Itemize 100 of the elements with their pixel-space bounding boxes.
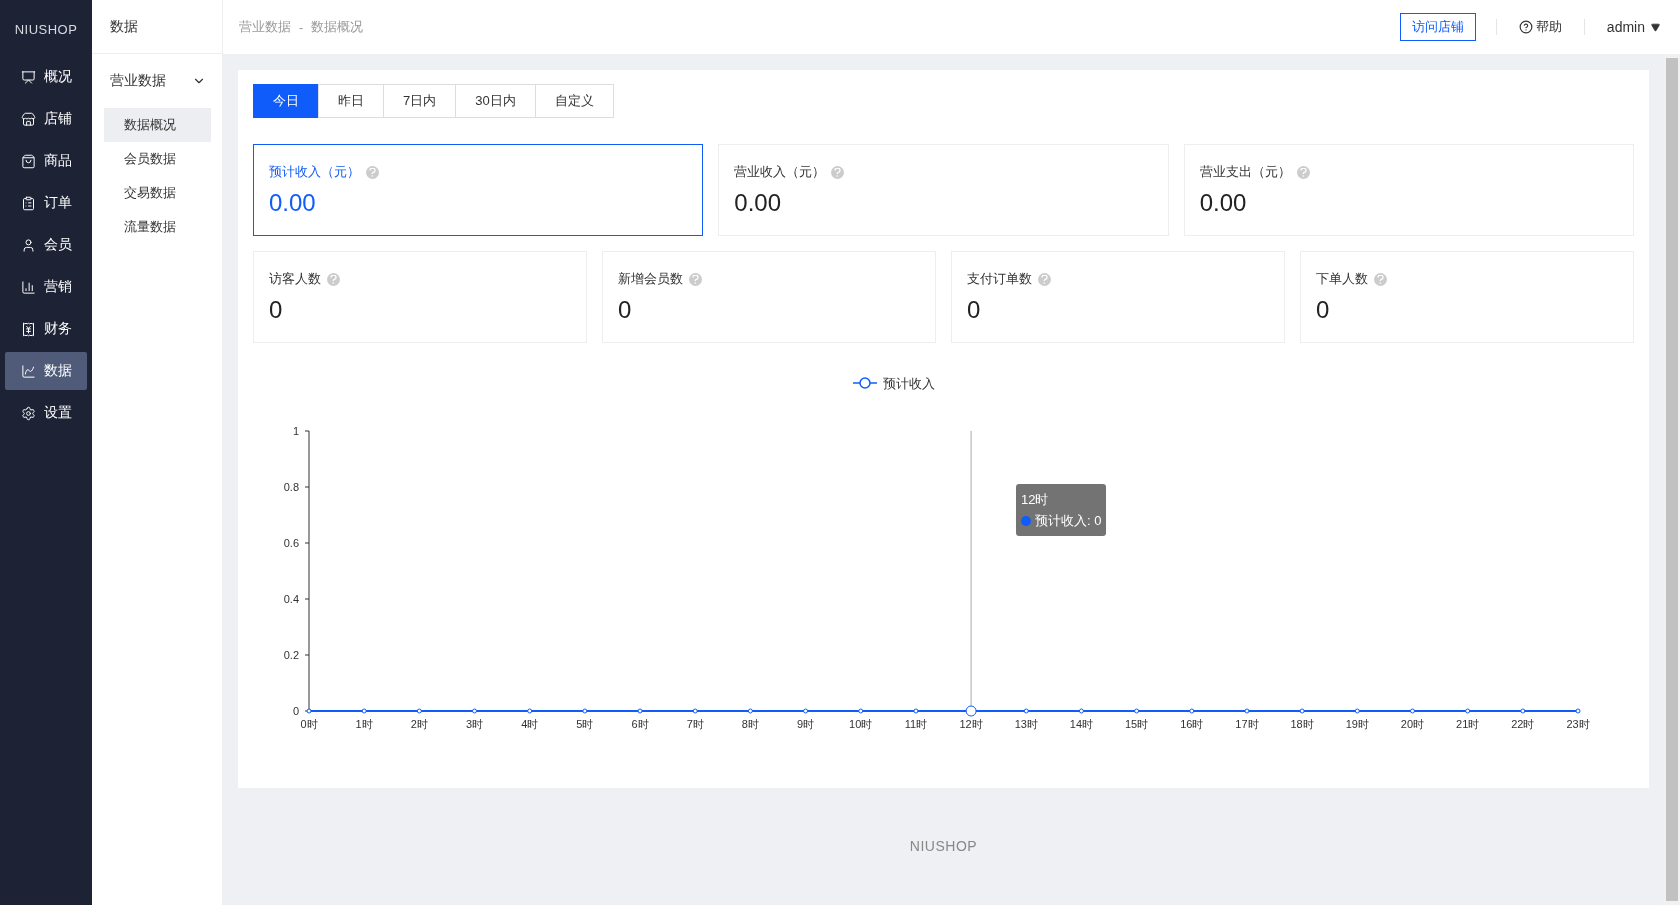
nav-item[interactable]: 商品	[5, 142, 87, 180]
x-tick-label: 17时	[1235, 718, 1259, 730]
stat-value: 0.00	[269, 189, 317, 217]
x-tick-label: 14时	[1069, 718, 1094, 730]
stat-label: 营业支出（元）	[1199, 163, 1291, 181]
date-tab[interactable]: 30日内	[455, 84, 536, 118]
stat-label: 访客人数	[269, 270, 321, 288]
date-tab[interactable]: 今日	[253, 84, 319, 118]
nav-item[interactable]: 店铺	[5, 100, 87, 138]
stat-card[interactable]: 预计收入（元） 0.00	[253, 144, 704, 236]
data-point	[527, 708, 533, 714]
stat-value: 0.00	[1199, 189, 1248, 217]
caret-icon	[1651, 22, 1660, 32]
y-tick-label: 1	[292, 425, 299, 437]
x-tick-label: 16时	[1180, 718, 1204, 730]
submenu-item[interactable]: 数据概况	[104, 108, 211, 142]
legend-item[interactable]: 预计收入	[852, 376, 935, 391]
data-point	[747, 708, 753, 714]
nav-icon	[21, 321, 36, 337]
data-point	[637, 708, 643, 714]
y-tick-label: 0.4	[283, 593, 299, 605]
tooltip-text: 预计收入: 0	[1035, 512, 1102, 530]
nav-icon	[21, 195, 36, 211]
data-point	[306, 708, 312, 714]
x-tick-label: 12时	[959, 718, 983, 730]
x-tick-label: 1时	[355, 718, 373, 730]
x-tick-label: 0时	[300, 718, 318, 730]
nav-item[interactable]: 会员	[5, 226, 87, 264]
data-point	[1354, 708, 1360, 714]
stat-card[interactable]: 营业收入（元） 0.00	[718, 144, 1169, 236]
x-tick-label: 3时	[465, 718, 484, 730]
data-point	[361, 708, 367, 714]
nav-icon	[21, 153, 36, 169]
data-point	[582, 708, 588, 714]
data-point	[692, 708, 698, 714]
x-tick-label: 11时	[904, 718, 928, 730]
x-tick-label: 22时	[1511, 718, 1535, 730]
visit-store-button[interactable]: 访问店铺	[1399, 13, 1476, 41]
x-tick-label: 18时	[1290, 718, 1314, 730]
submenu-title: 数据	[92, 0, 222, 54]
data-point	[1465, 708, 1471, 714]
x-tick-label: 10时	[849, 718, 873, 730]
submenu-group[interactable]: 营业数据	[92, 54, 222, 108]
user-menu[interactable]: admin	[1606, 19, 1660, 35]
stat-value: 0	[618, 296, 633, 324]
nav-item[interactable]: 数据	[5, 352, 87, 390]
y-tick-label: 0.6	[283, 537, 299, 549]
help-icon	[1374, 272, 1387, 286]
help-link[interactable]: 帮助	[1518, 18, 1562, 36]
x-tick-label: 19时	[1345, 718, 1369, 730]
help-icon	[689, 272, 702, 286]
submenu-item[interactable]: 交易数据	[104, 176, 211, 210]
logo: NIUSHOP	[14, 20, 78, 39]
settings-icon	[21, 405, 36, 421]
x-tick-label: 5时	[576, 718, 594, 730]
x-tick-label: 9时	[797, 718, 815, 730]
x-tick-label: 23时	[1566, 718, 1590, 730]
submenu-item[interactable]: 流量数据	[104, 210, 211, 244]
tooltip-title: 12时	[1021, 491, 1050, 509]
data-point	[1189, 708, 1195, 714]
y-tick-label: 0	[292, 705, 299, 717]
data-point	[1520, 708, 1526, 714]
nav-item[interactable]: 订单	[5, 184, 87, 222]
nav-item[interactable]: 设置	[5, 394, 87, 432]
date-tab[interactable]: 7日内	[383, 84, 457, 118]
x-tick-label: 13时	[1014, 718, 1038, 730]
stat-label: 预计收入（元）	[269, 163, 360, 181]
stat-value: 0	[269, 296, 284, 324]
nav-icon	[21, 111, 36, 127]
data-point	[1299, 708, 1305, 714]
data-point	[1410, 708, 1415, 714]
nav-item[interactable]: 概况	[5, 58, 87, 96]
stat-value: 0	[967, 296, 982, 324]
date-tab[interactable]: 自定义	[534, 84, 614, 118]
x-tick-label: 21时	[1456, 718, 1480, 730]
nav-item[interactable]: 营销	[5, 268, 87, 306]
data-point	[803, 708, 809, 714]
data-point	[1023, 708, 1029, 714]
stat-label: 支付订单数	[967, 270, 1032, 288]
help-icon	[366, 165, 379, 179]
help-icon	[327, 272, 340, 286]
nav-icon	[21, 363, 36, 379]
series-dot	[1021, 515, 1031, 526]
data-point	[416, 708, 422, 714]
footer-logo: NIUSHOP	[909, 837, 978, 854]
nav-icon	[21, 279, 36, 295]
data-point	[1244, 708, 1250, 714]
stat-value: 0	[1316, 296, 1331, 324]
data-point	[1134, 708, 1140, 714]
data-point	[913, 708, 919, 714]
data-point	[858, 708, 864, 714]
data-point	[1575, 708, 1581, 714]
stat-card[interactable]: 营业支出（元） 0.00	[1183, 144, 1634, 236]
date-tab[interactable]: 昨日	[318, 84, 384, 118]
nav-item[interactable]: 财务	[5, 310, 87, 348]
legend-label: 预计收入	[883, 376, 935, 391]
x-tick-label: 6时	[631, 718, 649, 730]
y-tick-label: 0.2	[283, 649, 299, 661]
submenu-item[interactable]: 会员数据	[104, 142, 211, 176]
data-point	[472, 708, 477, 714]
